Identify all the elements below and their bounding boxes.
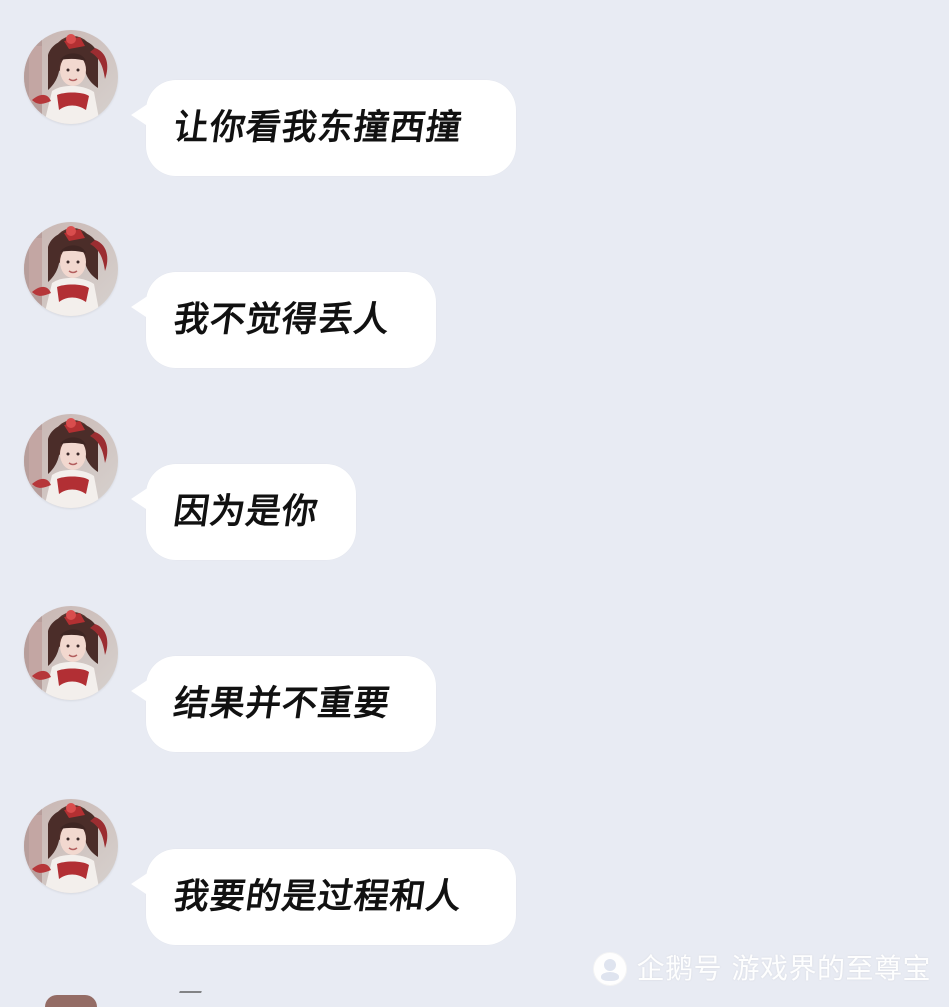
source-watermark: 企鹅号 游戏界的至尊宝: [592, 952, 931, 986]
message-text: 因为是你: [171, 491, 321, 532]
portrait-avatar: [24, 799, 118, 893]
chat-message: 结果并不重要: [0, 606, 949, 786]
contact-avatar[interactable]: [24, 799, 118, 893]
portrait-avatar: [24, 30, 118, 124]
message-text: 结果并不重要: [171, 683, 393, 724]
penguin-icon: [592, 952, 627, 986]
message-bubble[interactable]: 我不觉得丢人: [131, 272, 436, 368]
chat-message: 让你看我东撞西撞: [0, 30, 949, 210]
portrait-avatar: [24, 222, 118, 316]
portrait-avatar: [24, 606, 118, 700]
message-text: 让你看我东撞西撞: [171, 107, 465, 148]
message-bubble[interactable]: 让你看我东撞西撞: [131, 80, 516, 176]
watermark-text: 企鹅号 游戏界的至尊宝: [636, 952, 931, 985]
chat-message: 我不觉得丢人: [0, 222, 949, 402]
message-bubble[interactable]: 结果并不重要: [131, 656, 436, 752]
next-avatar-fragment: [45, 995, 97, 1007]
message-bubble[interactable]: 我要的是过程和人: [131, 849, 516, 945]
contact-avatar[interactable]: [24, 222, 118, 316]
contact-avatar[interactable]: [24, 606, 118, 700]
contact-avatar[interactable]: [24, 414, 118, 508]
chat-screen: 让你看我东撞西撞 我不觉得丢人 因为是你 结果并不重要 我要的是过程和人 企鹅号…: [0, 0, 949, 1007]
message-text: 我要的是过程和人: [171, 876, 465, 917]
contact-avatar[interactable]: [24, 30, 118, 124]
chat-message: 因为是你: [0, 414, 949, 594]
portrait-avatar: [24, 414, 118, 508]
message-bubble[interactable]: 因为是你: [131, 464, 356, 560]
message-text: 我不觉得丢人: [171, 299, 393, 340]
